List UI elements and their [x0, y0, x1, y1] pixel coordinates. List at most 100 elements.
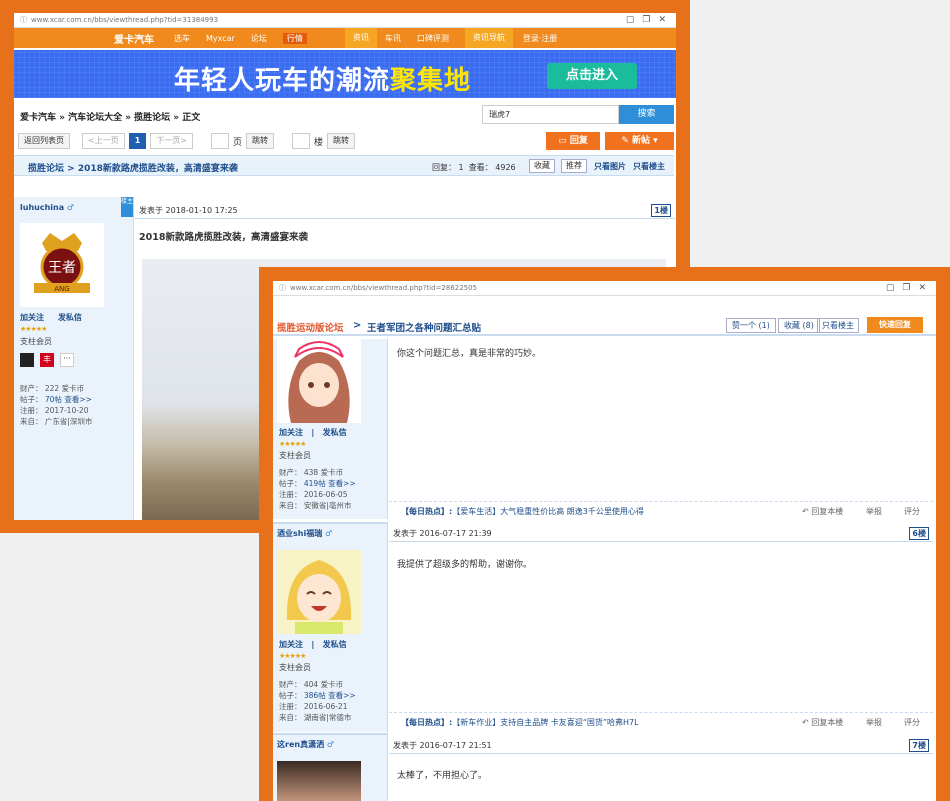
nav-item-carnews[interactable]: 车讯 — [385, 33, 401, 44]
follow-link[interactable]: 加关注 — [279, 428, 303, 437]
fan-medal-icon[interactable]: 丰 — [40, 353, 54, 367]
floor-number[interactable]: 6楼 — [909, 527, 929, 540]
pm-link[interactable]: 发私信 — [58, 313, 82, 322]
follow-link[interactable]: 加关注 — [20, 313, 44, 322]
more-icon[interactable]: ··· — [60, 353, 74, 367]
author-stats-b: 财产： 404 爱卡币 帖子： 386帖 查看>> 注册： 2016-06-21… — [279, 680, 356, 722]
recommend-button[interactable]: 推荐 — [561, 159, 587, 173]
report-link[interactable]: 举报 — [866, 717, 882, 728]
view-posts-link[interactable]: 查看>> — [328, 691, 356, 700]
rate-link[interactable]: 评分 — [904, 717, 920, 728]
current-page[interactable]: 1 — [128, 133, 147, 149]
author-avatar-b[interactable] — [277, 550, 361, 634]
floor-number[interactable]: 7楼 — [909, 739, 929, 752]
new-post-button[interactable]: ✎ 新帖 ▾ — [605, 132, 674, 150]
front-url-text: www.xcar.com.cn/bbs/viewthread.php?tid=2… — [290, 284, 478, 292]
posts-link[interactable]: 386帖 — [304, 691, 326, 700]
front-forum-link[interactable]: 揽胜运动版论坛 — [277, 320, 344, 334]
front-window: ⓘ www.xcar.com.cn/bbs/viewthread.php?tid… — [273, 281, 936, 801]
male-icon: ♂ — [66, 203, 75, 212]
author-name[interactable]: luhuchina ♂ — [20, 203, 74, 212]
address-bar[interactable]: ⓘ www.xcar.com.cn/bbs/viewthread.php?tid… — [14, 13, 676, 28]
nav-item-login[interactable]: 登录·注册 — [523, 33, 558, 44]
anime-girl-avatar — [277, 339, 361, 423]
nav-item-forum[interactable]: 论坛 — [251, 33, 267, 44]
smiling-girl-avatar — [277, 550, 361, 634]
nav-item-guide[interactable]: 资讯导航 — [464, 28, 513, 48]
reply-button[interactable]: ▭ 回复 — [546, 132, 600, 150]
reply-floor-link[interactable]: ↶ 回复本楼 — [802, 717, 843, 728]
floor-number-input[interactable] — [292, 133, 310, 149]
nav-item-cars[interactable]: 选车 — [174, 33, 190, 44]
info-icon: ⓘ — [20, 16, 27, 24]
male-icon: ♂ — [326, 740, 335, 749]
back-to-list-button[interactable]: 返回列表页 — [18, 133, 70, 149]
front-address-bar[interactable]: ⓘ www.xcar.com.cn/bbs/viewthread.php?tid… — [273, 281, 936, 296]
pm-link[interactable]: 发私信 — [323, 428, 347, 437]
author-avatar[interactable]: 王者 ANG — [20, 223, 104, 307]
post-author-panel-c: 这ren真潇洒 ♂ — [273, 733, 388, 801]
page-label: 页 — [232, 137, 242, 148]
front-only-owner-button[interactable]: 只看楼主 — [817, 318, 859, 333]
follow-link[interactable]: 加关注 — [279, 640, 303, 649]
close-icon[interactable]: ✕ — [658, 15, 666, 25]
posts-link[interactable]: 70帖 — [45, 395, 62, 404]
breadcrumb[interactable]: 爱卡汽车 » 汽车论坛大全 » 揽胜论坛 » 正文 — [20, 110, 200, 123]
author-actions: 加关注 发私信 — [20, 312, 82, 323]
medal-icon[interactable] — [20, 353, 34, 367]
go-page-button[interactable]: 跳转 — [246, 133, 274, 149]
site-logo[interactable]: 爱卡汽车 — [114, 31, 154, 46]
quick-reply-button[interactable]: 快速回复 — [867, 317, 923, 333]
banner-text: 年轻人玩车的潮流聚集地 — [174, 66, 472, 96]
nav-item-myxcar[interactable]: Myxcar — [206, 34, 235, 43]
author-actions-b: 加关注 | 发私信 — [279, 640, 347, 649]
nav-item-news[interactable]: 资讯 — [344, 28, 377, 48]
author-stats: 财产： 222 爱卡币 帖子： 70帖 查看>> 注册： 2017-10-20 … — [20, 384, 93, 426]
copy-icon[interactable]: ❐ — [902, 283, 910, 293]
nav-item-market[interactable]: 行情 — [282, 32, 307, 44]
ad-banner[interactable]: 年轻人玩车的潮流聚集地 点击进入 — [14, 50, 676, 98]
author-name-b[interactable]: 酒业shi福瑞 ♂ — [277, 528, 332, 539]
breadcrumb-sep: > — [353, 320, 362, 331]
only-owner-link[interactable]: 只看楼主 — [633, 161, 665, 172]
report-link[interactable]: 举报 — [866, 506, 882, 517]
copy-icon[interactable]: ❐ — [642, 15, 650, 25]
close-icon[interactable]: ✕ — [918, 283, 926, 293]
author-avatar-a[interactable] — [277, 339, 361, 423]
rate-link[interactable]: 评分 — [904, 506, 920, 517]
go-floor-button[interactable]: 跳转 — [327, 133, 356, 149]
daily-hot-link[interactable]: 【新车作业】支持自主品牌 卡友喜迎“国货”哈弗H7L — [452, 718, 638, 727]
prev-page-button[interactable]: <上一页 — [82, 133, 125, 149]
restore-icon[interactable]: ▢ — [626, 15, 635, 25]
pm-link[interactable]: 发私信 — [323, 640, 347, 649]
restore-icon[interactable]: ▢ — [886, 283, 895, 293]
front-fav-button[interactable]: 收藏 (8) — [778, 318, 820, 333]
post-body-b: 我提供了超级多的帮助，谢谢你。 — [397, 560, 533, 570]
only-images-link[interactable]: 只看图片 — [594, 161, 626, 172]
thread-header: 揽胜论坛 > 2018新款路虎揽胜改装，高清盛宴来袭 回复： 1 查看： 492… — [14, 155, 674, 176]
next-page-button[interactable]: 下一页> — [150, 133, 193, 149]
daily-hot-link[interactable]: 【爱车生活】大气稳重性价比高 朗逸3千公里使用心得 — [452, 507, 644, 516]
post-header: 发表于 2018-01-10 17:25 1楼 — [135, 201, 675, 219]
author-name-c[interactable]: 这ren真潇洒 ♂ — [277, 739, 334, 750]
search-input[interactable]: 瑞虎7 — [482, 105, 619, 124]
author-avatar-c[interactable] — [277, 761, 361, 801]
pagination: 返回列表页 <上一页 1 下一页> 页 跳转 楼 跳转 — [18, 133, 356, 149]
like-button[interactable]: 赞一个 (1) — [726, 318, 776, 333]
svg-text:王者: 王者 — [48, 260, 76, 276]
front-thread-title[interactable]: 王者军团之各种问题汇总贴 — [367, 320, 481, 334]
favorite-button[interactable]: 收藏 — [529, 159, 555, 173]
floor-number[interactable]: 1楼 — [651, 204, 671, 217]
search-button[interactable]: 搜索 — [619, 105, 674, 124]
thread-title[interactable]: 揽胜论坛 > 2018新款路虎揽胜改装，高清盛宴来袭 — [28, 161, 238, 174]
view-posts-link[interactable]: 查看>> — [328, 479, 356, 488]
post-author-panel: luhuchina ♂ 楼主 王者 ANG 加关注 发私信 ★★★★★ 支柱会员… — [14, 197, 134, 520]
thread-stats: 回复： 1 查看： 4926 — [432, 163, 516, 172]
page-number-input[interactable] — [210, 133, 229, 149]
author-role: 支柱会员 — [279, 451, 311, 460]
banner-cta-button[interactable]: 点击进入 — [547, 63, 637, 89]
nav-item-reviews[interactable]: 口碑评测 — [417, 33, 449, 44]
reply-floor-link[interactable]: ↶ 回复本楼 — [802, 506, 843, 517]
posts-link[interactable]: 419帖 — [304, 479, 326, 488]
view-posts-link[interactable]: 查看>> — [64, 395, 92, 404]
